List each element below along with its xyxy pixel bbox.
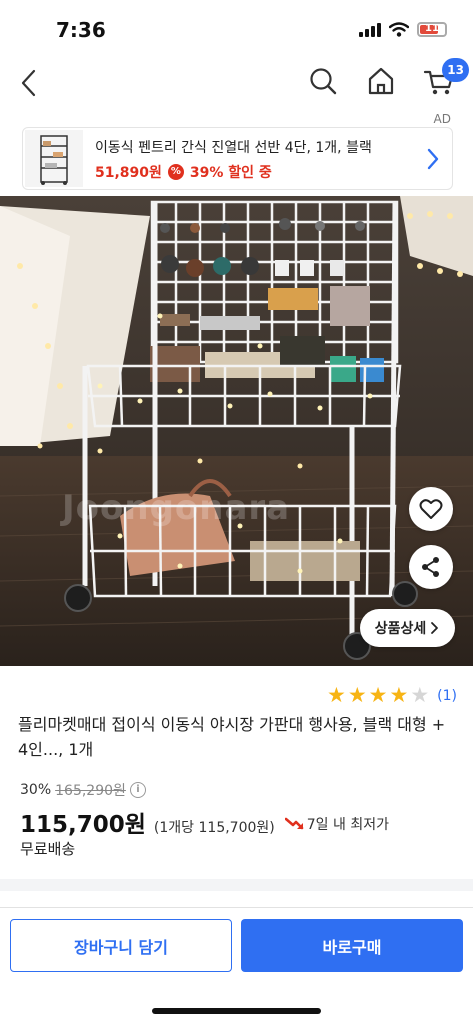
home-indicator bbox=[152, 1008, 321, 1014]
heart-icon bbox=[419, 499, 443, 519]
star-empty-icon: ★ bbox=[410, 683, 430, 707]
battery-level: 11 bbox=[425, 23, 439, 34]
search-icon bbox=[310, 68, 337, 95]
ad-label: AD bbox=[433, 112, 451, 126]
home-icon bbox=[368, 67, 394, 95]
discount-icon: % bbox=[167, 164, 184, 180]
sale-price: 115,700원 bbox=[20, 812, 146, 838]
star-icon: ★ bbox=[368, 683, 388, 707]
shipping-info: 무료배송 bbox=[20, 840, 76, 858]
product-detail-label: 상품상세 bbox=[374, 621, 427, 637]
chevron-right-icon bbox=[427, 148, 439, 170]
product-image[interactable]: Joongonara 상품상세 bbox=[0, 196, 473, 666]
wishlist-button[interactable] bbox=[409, 487, 453, 531]
original-price-row: 30% 165,290원 i bbox=[20, 780, 146, 800]
star-icon: ★ bbox=[347, 683, 367, 707]
ad-price-row: 51,890원 % 39% 할인 중 bbox=[95, 162, 272, 182]
chevron-right-icon bbox=[431, 622, 439, 634]
ad-banner[interactable]: 이동식 펜트리 간식 진열대 선반 4단, 1개, 블랙 51,890원 % 3… bbox=[22, 127, 453, 190]
signal-icon bbox=[359, 22, 381, 37]
ad-price: 51,890원 bbox=[95, 165, 162, 181]
status-bar: 7:36 11 bbox=[0, 0, 473, 56]
cart-button[interactable]: 13 bbox=[423, 58, 469, 98]
footer-divider bbox=[0, 907, 473, 908]
lowest-price-badge: 7일 내 최저가 bbox=[284, 814, 389, 834]
status-time: 7:36 bbox=[56, 18, 106, 42]
lowest-price-text: 7일 내 최저가 bbox=[306, 817, 389, 833]
rating-row[interactable]: ★ ★ ★ ★ ★ (1) bbox=[327, 685, 457, 706]
search-button[interactable] bbox=[307, 64, 339, 98]
watermark-text: Joongonara bbox=[62, 488, 291, 528]
add-to-cart-button[interactable]: 장바구니 담기 bbox=[10, 919, 232, 972]
wifi-icon bbox=[389, 22, 409, 37]
nav-actions: 13 bbox=[307, 58, 469, 98]
star-icon: ★ bbox=[327, 683, 346, 707]
cart-count-badge: 13 bbox=[442, 58, 469, 82]
share-button[interactable] bbox=[409, 545, 453, 589]
ad-discount: 39% 할인 중 bbox=[189, 165, 272, 181]
buy-now-button[interactable]: 바로구매 bbox=[241, 919, 463, 972]
product-photo bbox=[0, 196, 473, 666]
section-divider bbox=[0, 879, 473, 891]
home-button[interactable] bbox=[365, 64, 397, 98]
original-price: 165,290원 bbox=[55, 783, 126, 799]
discount-percent: 30% bbox=[20, 782, 52, 798]
review-count[interactable]: (1) bbox=[437, 688, 457, 704]
status-icons: 11 bbox=[359, 22, 447, 37]
info-icon[interactable]: i bbox=[129, 782, 146, 798]
unit-price: (1개당 115,700원) bbox=[153, 820, 275, 836]
product-title: 플리마켓매대 접이식 이동식 야시장 가판대 행사용, 블랙 대형 + 4인..… bbox=[18, 715, 446, 759]
price-row: 115,700원 (1개당 115,700원) 7일 내 최저가 bbox=[20, 805, 389, 839]
nav-bar: 13 bbox=[0, 58, 473, 108]
star-icon: ★ bbox=[389, 683, 409, 707]
back-button[interactable] bbox=[14, 66, 46, 100]
trend-down-icon bbox=[284, 817, 304, 830]
ad-thumbnail bbox=[25, 130, 83, 187]
back-arrow-icon bbox=[21, 69, 36, 97]
product-detail-button[interactable]: 상품상세 bbox=[360, 609, 455, 647]
ad-title: 이동식 펜트리 간식 진열대 선반 4단, 1개, 블랙 bbox=[95, 140, 372, 156]
share-icon bbox=[422, 557, 439, 577]
battery-icon: 11 bbox=[417, 22, 447, 37]
